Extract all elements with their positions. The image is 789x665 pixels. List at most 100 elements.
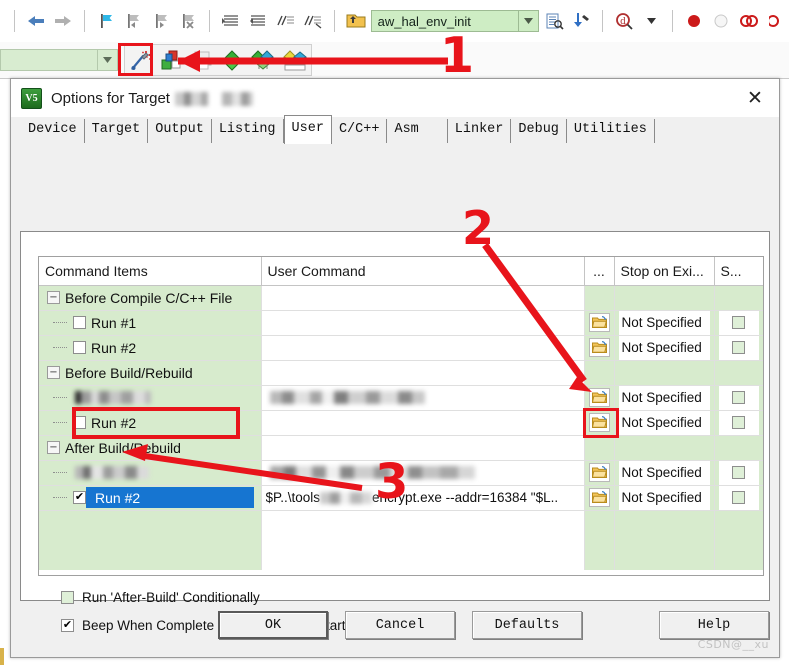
cell-s[interactable]: ✔ xyxy=(714,410,763,436)
indent-right-icon[interactable] xyxy=(218,7,244,35)
cell-browse[interactable] xyxy=(584,460,615,486)
tab-user[interactable]: User xyxy=(283,115,332,144)
cell-user-command[interactable] xyxy=(261,285,585,311)
browse-symbol-icon[interactable] xyxy=(541,7,567,35)
tab-output[interactable]: Output xyxy=(148,119,212,143)
cell-s[interactable]: ✔ xyxy=(714,385,763,411)
row-enable-checkbox[interactable]: ✔ xyxy=(73,316,86,329)
uncomment-icon[interactable] xyxy=(301,7,327,35)
browse-folder-icon[interactable] xyxy=(588,413,610,432)
table-row-redacted-before-build[interactable]: Not Specified ✔ xyxy=(39,385,763,411)
collapse-expander-icon[interactable]: − xyxy=(47,366,60,379)
chevron-down-icon[interactable] xyxy=(638,7,664,35)
browse-folder-icon[interactable] xyxy=(588,488,610,507)
cancel-button[interactable]: Cancel xyxy=(345,611,455,639)
tab-target[interactable]: Target xyxy=(84,119,149,143)
find-in-files-icon[interactable] xyxy=(568,7,594,35)
tab-device[interactable]: Device xyxy=(21,119,85,143)
cell-command-items[interactable]: ✔ Run #1 xyxy=(39,310,262,336)
chevron-down-icon[interactable] xyxy=(97,50,117,70)
comment-icon[interactable] xyxy=(273,7,299,35)
col-dots[interactable]: ... xyxy=(584,257,615,286)
row-enable-checkbox[interactable]: ✔ xyxy=(73,491,86,504)
multi-project-icon[interactable] xyxy=(247,46,279,74)
s-checkbox-wrap[interactable]: ✔ xyxy=(718,385,759,409)
tab-cpp[interactable]: C/C++ xyxy=(331,119,388,143)
table-row-group-before-build[interactable]: − Before Build/Rebuild xyxy=(39,360,763,386)
s-checkbox[interactable]: ✔ xyxy=(732,316,746,329)
back-arrow-icon[interactable] xyxy=(23,7,49,35)
ok-button[interactable]: OK xyxy=(218,611,328,639)
breakpoint-extra-icon[interactable] xyxy=(764,7,789,35)
col-s[interactable]: S... xyxy=(714,257,763,286)
cell-command-items[interactable]: ✔ Run #2 xyxy=(39,335,262,361)
col-command-items[interactable]: Command Items xyxy=(39,257,262,286)
bookmark-next-icon[interactable] xyxy=(148,7,174,35)
cell-user-command[interactable]: $P..\tools encrypt.exe --addr=16384 "$L.. xyxy=(261,485,585,511)
cell-stop-on-exit[interactable]: Not Specified xyxy=(614,485,715,511)
s-checkbox[interactable]: ✔ xyxy=(732,466,746,479)
s-checkbox-wrap[interactable]: ✔ xyxy=(718,310,759,334)
open-folder-icon[interactable] xyxy=(343,7,369,35)
cell-s[interactable]: ✔ xyxy=(714,460,763,486)
batch-build-icon[interactable] xyxy=(217,46,247,74)
cell-browse[interactable] xyxy=(584,410,615,436)
s-checkbox-wrap[interactable]: ✔ xyxy=(718,485,759,509)
cell-command-items[interactable]: − Before Build/Rebuild xyxy=(39,360,262,386)
col-user-command[interactable]: User Command xyxy=(261,257,585,286)
cell-browse[interactable] xyxy=(584,310,615,336)
pack-installer-icon[interactable] xyxy=(279,46,311,74)
cell-stop-on-exit[interactable]: Not Specified xyxy=(614,335,715,361)
bookmark-toggle-icon[interactable] xyxy=(93,7,119,35)
tab-utilities[interactable]: Utilities xyxy=(566,119,655,143)
cell-user-command[interactable] xyxy=(261,310,585,336)
tab-asm[interactable]: Asm xyxy=(387,119,448,143)
selected-row-highlight[interactable]: Run #2 xyxy=(86,487,254,508)
breakpoint-disable-icon[interactable] xyxy=(708,7,734,35)
cell-command-items[interactable]: − After Build/Rebuild xyxy=(39,435,262,461)
breakpoint-icon[interactable] xyxy=(681,7,707,35)
cell-command-items[interactable]: − Before Compile C/C++ File xyxy=(39,285,262,311)
cell-user-command[interactable] xyxy=(261,460,585,486)
cell-user-command[interactable] xyxy=(261,335,585,361)
cell-s[interactable]: ✔ xyxy=(714,310,763,336)
close-icon[interactable]: ✕ xyxy=(737,85,773,111)
collapse-expander-icon[interactable]: − xyxy=(47,291,60,304)
table-row-run2-before-compile[interactable]: ✔ Run #2 xyxy=(39,335,763,361)
bookmark-prev-icon[interactable] xyxy=(120,7,146,35)
cell-browse[interactable] xyxy=(584,485,615,511)
cell-stop-on-exit[interactable]: Not Specified xyxy=(614,410,715,436)
s-checkbox-wrap[interactable]: ✔ xyxy=(718,335,759,359)
indent-left-icon[interactable] xyxy=(246,7,272,35)
table-row-run2-before-build[interactable]: ✔ Run #2 xyxy=(39,410,763,436)
s-checkbox[interactable]: ✔ xyxy=(732,416,746,429)
table-row-run1-before-compile[interactable]: ✔ Run #1 xyxy=(39,310,763,336)
cell-user-command[interactable] xyxy=(261,385,585,411)
cell-stop-on-exit[interactable]: Not Specified xyxy=(614,310,715,336)
debug-search-icon[interactable]: d xyxy=(611,7,637,35)
cell-s[interactable]: ✔ xyxy=(714,485,763,511)
breakpoint-kill-icon[interactable] xyxy=(736,7,762,35)
forward-arrow-icon[interactable] xyxy=(50,7,76,35)
col-stop-on-exit[interactable]: Stop on Exi... xyxy=(614,257,715,286)
s-checkbox[interactable]: ✔ xyxy=(732,391,746,404)
browse-folder-icon[interactable] xyxy=(588,338,610,357)
cell-command-items[interactable] xyxy=(39,385,262,411)
cell-stop-on-exit[interactable]: Not Specified xyxy=(614,460,715,486)
row-enable-checkbox[interactable]: ✔ xyxy=(73,341,86,354)
tab-linker[interactable]: Linker xyxy=(447,119,512,143)
cell-browse[interactable] xyxy=(584,335,615,361)
target-options-wizard-icon[interactable] xyxy=(125,46,157,74)
s-checkbox-wrap[interactable]: ✔ xyxy=(718,460,759,484)
user-commands-table[interactable]: Command Items User Command ... Stop on E… xyxy=(38,256,764,576)
row-enable-checkbox[interactable]: ✔ xyxy=(73,416,86,429)
cell-stop-on-exit[interactable]: Not Specified xyxy=(614,385,715,411)
collapse-expander-icon[interactable]: − xyxy=(47,441,60,454)
browse-folder-icon[interactable] xyxy=(588,463,610,482)
print-icon[interactable] xyxy=(187,46,217,74)
help-button[interactable]: Help xyxy=(659,611,769,639)
cell-command-items[interactable]: ✔ Run #2 xyxy=(39,410,262,436)
cell-user-command[interactable] xyxy=(261,435,585,461)
cell-user-command[interactable] xyxy=(261,360,585,386)
bookmark-clear-icon[interactable] xyxy=(176,7,202,35)
